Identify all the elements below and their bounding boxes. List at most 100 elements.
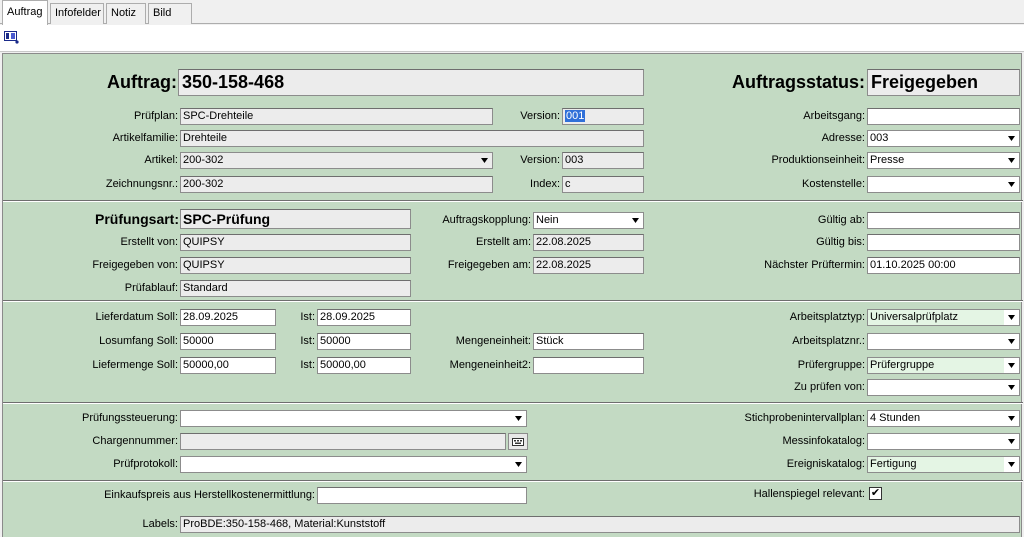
chevron-down-icon[interactable] [1004, 177, 1019, 192]
liefermenge-ist-field[interactable]: 50000,00 [317, 357, 411, 374]
ereigniskatalog-select[interactable]: Fertigung [867, 456, 1020, 473]
erstellt-am-label: Erstellt am: [475, 236, 531, 248]
einkaufspreis-field[interactable] [317, 487, 527, 504]
auftragsstatus-label: Auftragsstatus: [731, 72, 865, 92]
hallenspiegel-checkbox[interactable]: ✔ [869, 487, 882, 500]
adresse-label: Adresse: [821, 132, 865, 144]
produktionseinheit-select-value: Presse [870, 154, 905, 166]
chevron-down-icon[interactable] [1004, 310, 1019, 325]
pruefplan-field[interactable]: SPC-Drehteile [180, 108, 493, 125]
tab-infofelder[interactable]: Infofelder [50, 3, 104, 24]
chevron-down-icon[interactable] [1004, 153, 1019, 168]
arbeitsplatztyp-select[interactable]: Universalprüfplatz [867, 309, 1020, 326]
zu-pruefen-von-select[interactable] [867, 379, 1020, 396]
version-field[interactable]: 001 [562, 108, 644, 125]
version-label: Version: [520, 110, 560, 122]
chargennummer-lookup-button[interactable] [508, 433, 528, 450]
chevron-down-icon[interactable] [1004, 411, 1019, 426]
pruefablauf-label: Prüfablauf: [124, 282, 178, 294]
stichprobenintervallplan-label: Stichprobenintervallplan: [744, 412, 865, 424]
lieferdatum-label: Lieferdatum Soll: [95, 311, 178, 323]
chargennummer-label: Chargennummer: [92, 435, 178, 447]
hallenspiegel-label: Hallenspiegel relevant: [753, 488, 865, 500]
arbeitsplatznr-select[interactable] [867, 333, 1020, 350]
mengeneinheit2-label: Mengeneinheit2: [449, 359, 531, 371]
gueltig-ab-label: Gültig ab: [817, 214, 865, 226]
freigegeben-von-field[interactable]: QUIPSY [180, 257, 411, 274]
chargennummer-field[interactable] [180, 433, 506, 450]
pruefungssteuerung-select[interactable] [180, 410, 527, 427]
auftragskopplung-label: Auftragskopplung: [442, 214, 531, 226]
adresse-select[interactable]: 003 [867, 130, 1020, 147]
gueltig-bis-field[interactable] [867, 234, 1020, 251]
section-divider [3, 402, 1023, 404]
chevron-down-icon[interactable] [511, 457, 526, 472]
chevron-down-icon[interactable] [1004, 334, 1019, 349]
freigegeben-am-field[interactable]: 22.08.2025 [533, 257, 644, 274]
zeichnungsnr-field[interactable]: 200-302 [180, 176, 493, 193]
lieferdatum-field[interactable]: 28.09.2025 [180, 309, 276, 326]
gueltig-bis-label: Gültig bis: [816, 236, 865, 248]
losumfang-field[interactable]: 50000 [180, 333, 276, 350]
pruefungssteuerung-label: Prüfungssteuerung: [81, 412, 178, 424]
chevron-down-icon[interactable] [1004, 380, 1019, 395]
gueltig-ab-field[interactable] [867, 212, 1020, 229]
artikelfamilie-field[interactable]: Drehteile [180, 130, 644, 147]
pruefablauf-field[interactable]: Standard [180, 280, 411, 297]
einkaufspreis-label: Einkaufspreis aus Herstellkostenermittlu… [104, 489, 315, 501]
pruefergruppe-select[interactable]: Prüfergruppe [867, 357, 1020, 374]
arbeitsgang-label: Arbeitsgang: [803, 110, 865, 122]
arbeitsgang-field[interactable] [867, 108, 1020, 125]
chevron-down-icon[interactable] [1004, 131, 1019, 146]
produktionseinheit-select[interactable]: Presse [867, 152, 1020, 169]
tab-notiz[interactable]: Notiz [106, 3, 146, 24]
liefermenge-label: Liefermenge Soll: [92, 359, 178, 371]
artikel-version-field[interactable]: 003 [562, 152, 644, 169]
losumfang-ist-field[interactable]: 50000 [317, 333, 411, 350]
chevron-down-icon[interactable] [511, 411, 526, 426]
index-label: Index: [530, 178, 560, 190]
pruefungsart-label: Prüfungsart: [95, 211, 179, 227]
index-field[interactable]: c [562, 176, 644, 193]
messinfokatalog-select[interactable] [867, 433, 1020, 450]
erstellt-am-field[interactable]: 22.08.2025 [533, 234, 644, 251]
artikel-select[interactable]: 200-302 [180, 152, 493, 169]
auftragskopplung-select-value: Nein [536, 214, 559, 226]
section-divider [3, 200, 1023, 202]
labels-field[interactable]: ProBDE:350-158-468, Material:Kunststoff [180, 516, 1020, 533]
order-window: Auftrag Infofelder Notiz Bild Auftrag: 3… [0, 0, 1024, 537]
adresse-select-value: 003 [870, 132, 889, 144]
stichprobenintervallplan-select[interactable]: 4 Stunden [867, 410, 1020, 427]
version-selected-text: 001 [565, 110, 586, 122]
arbeitsplatztyp-label: Arbeitsplatztyp: [789, 311, 865, 323]
erstellt-von-field[interactable]: QUIPSY [180, 234, 411, 251]
auftrag-number-field[interactable]: 350-158-468 [178, 69, 644, 96]
arbeitsplatznr-label: Arbeitsplatznr.: [792, 335, 865, 347]
mengeneinheit2-field[interactable] [533, 357, 644, 374]
mengeneinheit-field[interactable]: Stück [533, 333, 644, 350]
liefermenge-ist-label: Ist: [300, 359, 315, 371]
lieferdatum-ist-label: Ist: [300, 311, 315, 323]
auftragskopplung-select[interactable]: Nein [533, 212, 644, 229]
pruefungsart-field[interactable]: SPC-Prüfung [180, 209, 411, 229]
tab-bar: Auftrag Infofelder Notiz Bild [0, 0, 1024, 25]
chevron-down-icon[interactable] [1004, 457, 1019, 472]
auftragsstatus-field[interactable]: Freigegeben [867, 69, 1020, 96]
lieferdatum-ist-field[interactable]: 28.09.2025 [317, 309, 411, 326]
pruefergruppe-select-value: Prüfergruppe [870, 359, 935, 371]
auftrag-label: Auftrag: [107, 72, 177, 92]
freigegeben-von-label: Freigegeben von: [92, 259, 178, 271]
section-divider [3, 480, 1023, 482]
liefermenge-field[interactable]: 50000,00 [180, 357, 276, 374]
pruefprotokoll-select[interactable] [180, 456, 527, 473]
chevron-down-icon[interactable] [1004, 358, 1019, 373]
chevron-down-icon[interactable] [1004, 434, 1019, 449]
chevron-down-icon[interactable] [628, 213, 643, 228]
tab-bild[interactable]: Bild [148, 3, 192, 24]
naechster-prueftermin-label: Nächster Prüftermin: [764, 259, 865, 271]
kostenstelle-select[interactable] [867, 176, 1020, 193]
tab-auftrag[interactable]: Auftrag [2, 0, 48, 25]
naechster-prueftermin-field[interactable]: 01.10.2025 00:00 [867, 257, 1020, 274]
toolbar-form-icon[interactable] [4, 31, 19, 44]
pruefplan-label: Prüfplan: [133, 110, 178, 122]
